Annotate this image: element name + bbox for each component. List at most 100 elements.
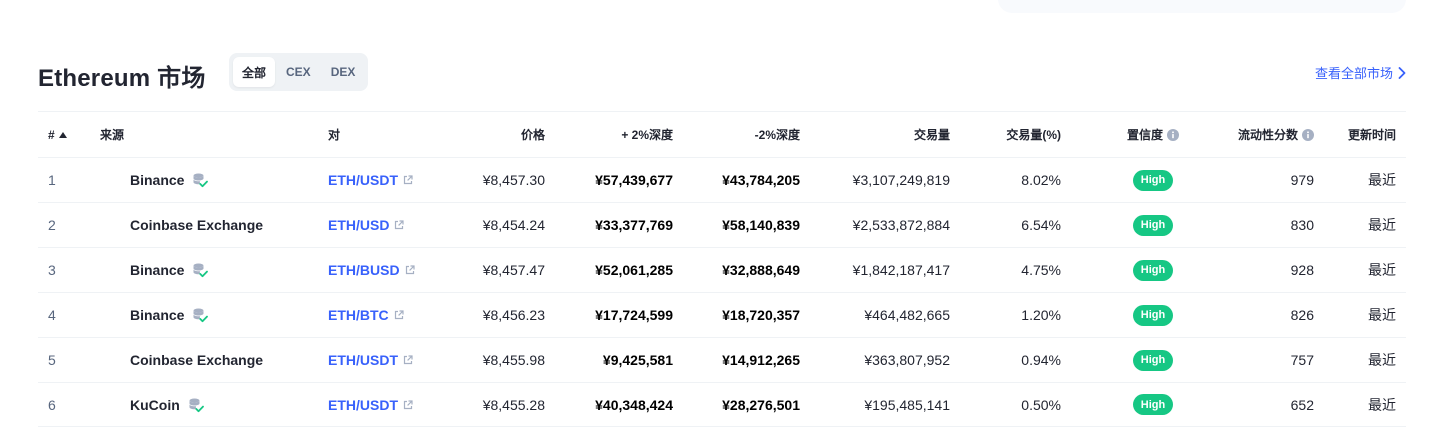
row-updated: 最近 [1368, 352, 1396, 368]
row-volume: ¥464,482,665 [864, 307, 950, 323]
table-row[interactable]: 2 Coinbase Exchange ETH/USD ¥8,454.24 ¥3… [38, 202, 1406, 247]
tab-cex[interactable]: CEX [277, 57, 320, 87]
table-row[interactable]: 3 Binance ETH/BUSD ¥8,457.47 ¥52,061,285… [38, 247, 1406, 292]
col-liquidity-header[interactable]: 流动性分数 [1238, 112, 1314, 157]
row-volume-pct: 0.50% [1021, 396, 1061, 413]
external-link-icon[interactable] [394, 220, 405, 230]
row-minus2-depth: ¥28,276,501 [722, 396, 800, 413]
row-plus2-depth: ¥33,377,769 [595, 217, 673, 233]
confidence-badge: High [1132, 214, 1174, 236]
row-liquidity: 826 [1290, 307, 1314, 323]
col-volume-pct-header[interactable]: 交易量(%) [1006, 112, 1061, 157]
row-volume: ¥3,107,249,819 [852, 172, 950, 188]
col-rank-header[interactable]: # [48, 112, 88, 157]
tab-all[interactable]: 全部 [233, 57, 276, 87]
pair-link[interactable]: ETH/BUSD [328, 262, 400, 278]
row-plus2-depth: ¥57,439,677 [595, 172, 673, 188]
caret-up-icon [58, 131, 67, 138]
table-row[interactable]: 1 Binance ETH/USDT ¥8,457.30 ¥57,439,677… [38, 157, 1406, 202]
pair-link[interactable]: ETH/BTC [328, 307, 389, 323]
row-price: ¥8,456.23 [482, 307, 545, 323]
page-title: Ethereum 市场 [38, 65, 206, 92]
exchange-name: Coinbase Exchange [130, 217, 264, 233]
row-price: ¥8,457.30 [482, 172, 545, 188]
table-row[interactable]: 5 Coinbase Exchange ETH/USDT ¥8,455.98 ¥… [38, 337, 1406, 382]
row-price: ¥8,455.98 [482, 352, 545, 368]
row-volume-pct: 8.02% [1021, 172, 1061, 188]
table-row[interactable]: 6 KuCoin ETH/USDT ¥8,455.28 ¥40,348,424 … [38, 382, 1406, 427]
row-source[interactable]: Coinbase Exchange [100, 338, 300, 382]
row-liquidity: 757 [1290, 352, 1314, 368]
row-confidence: High [1116, 383, 1190, 426]
col-minus2-depth-header[interactable]: -2%深度 [755, 112, 800, 157]
row-source[interactable]: Binance [100, 158, 300, 202]
exchange-name: Binance [130, 307, 185, 323]
verified-database-icon [193, 308, 209, 323]
row-minus2-depth: ¥32,888,649 [722, 262, 800, 278]
row-volume: ¥195,485,141 [864, 396, 950, 413]
markets-table: # 来源 对 价格 + 2%深度 -2%深度 交易量 交易量(%) 置信度 流动… [38, 111, 1406, 427]
row-pair[interactable]: ETH/USD [328, 203, 448, 247]
exchange-name: Binance [130, 262, 185, 278]
exchange-name: KuCoin [130, 396, 180, 413]
row-liquidity: 928 [1290, 262, 1314, 278]
verified-database-icon [193, 263, 209, 278]
external-link-icon[interactable] [403, 399, 413, 410]
confidence-badge: High [1132, 259, 1174, 281]
pair-link[interactable]: ETH/USDT [328, 397, 398, 413]
row-confidence: High [1116, 338, 1190, 382]
row-source[interactable]: Binance [100, 248, 300, 292]
row-rank: 1 [48, 172, 56, 188]
external-link-icon[interactable] [403, 355, 413, 365]
row-rank: 5 [48, 352, 56, 368]
row-updated: 最近 [1368, 307, 1396, 323]
table-row[interactable]: 4 Binance ETH/BTC ¥8,456.23 ¥17,724,599 … [38, 292, 1406, 337]
col-plus2-depth-header[interactable]: + 2%深度 [621, 112, 673, 157]
market-type-tabs: 全部 CEX DEX [229, 53, 369, 91]
row-source[interactable]: Coinbase Exchange [100, 203, 300, 247]
row-source[interactable]: Binance [100, 293, 300, 337]
row-volume: ¥1,842,187,417 [852, 262, 950, 278]
table-header-row: # 来源 对 价格 + 2%深度 -2%深度 交易量 交易量(%) 置信度 流动… [38, 111, 1406, 157]
confidence-badge: High [1132, 169, 1174, 191]
row-minus2-depth: ¥58,140,839 [722, 217, 800, 233]
col-volume-header[interactable]: 交易量 [914, 112, 950, 157]
row-pair[interactable]: ETH/BTC [328, 293, 448, 337]
row-minus2-depth: ¥14,912,265 [722, 352, 800, 368]
confidence-badge: High [1132, 394, 1174, 415]
row-confidence: High [1116, 158, 1190, 202]
row-minus2-depth: ¥18,720,357 [722, 307, 800, 323]
row-updated: 最近 [1368, 172, 1396, 188]
view-all-markets-link[interactable]: 查看全部市场 [1315, 63, 1406, 82]
info-icon[interactable] [1167, 128, 1179, 141]
row-pair[interactable]: ETH/USDT [328, 383, 448, 426]
row-source[interactable]: KuCoin [100, 383, 300, 426]
col-confidence-header[interactable]: 置信度 [1116, 112, 1190, 157]
confidence-badge: High [1132, 349, 1174, 371]
row-liquidity: 979 [1290, 172, 1314, 188]
row-minus2-depth: ¥43,784,205 [722, 172, 800, 188]
pair-link[interactable]: ETH/USDT [328, 352, 398, 368]
tab-dex[interactable]: DEX [322, 57, 365, 87]
external-link-icon[interactable] [405, 265, 415, 275]
row-updated: 最近 [1368, 262, 1396, 278]
external-link-icon[interactable] [403, 175, 413, 185]
row-plus2-depth: ¥40,348,424 [595, 396, 673, 413]
row-rank: 6 [48, 396, 56, 413]
markets-header: Ethereum 市场 全部 CEX DEX 查看全部市场 [38, 52, 1406, 92]
row-rank: 3 [48, 262, 56, 278]
row-pair[interactable]: ETH/USDT [328, 338, 448, 382]
row-volume-pct: 1.20% [1021, 307, 1061, 323]
pair-link[interactable]: ETH/USDT [328, 172, 398, 188]
row-pair[interactable]: ETH/BUSD [328, 248, 448, 292]
row-rank: 4 [48, 307, 56, 323]
row-volume: ¥2,533,872,884 [852, 217, 950, 233]
row-plus2-depth: ¥9,425,581 [602, 352, 673, 368]
row-plus2-depth: ¥52,061,285 [595, 262, 673, 278]
col-price-header[interactable]: 价格 [521, 112, 545, 157]
pair-link[interactable]: ETH/USD [328, 217, 389, 233]
exchange-name: Binance [130, 172, 185, 188]
external-link-icon[interactable] [394, 310, 404, 320]
info-icon[interactable] [1302, 128, 1314, 141]
row-pair[interactable]: ETH/USDT [328, 158, 448, 202]
